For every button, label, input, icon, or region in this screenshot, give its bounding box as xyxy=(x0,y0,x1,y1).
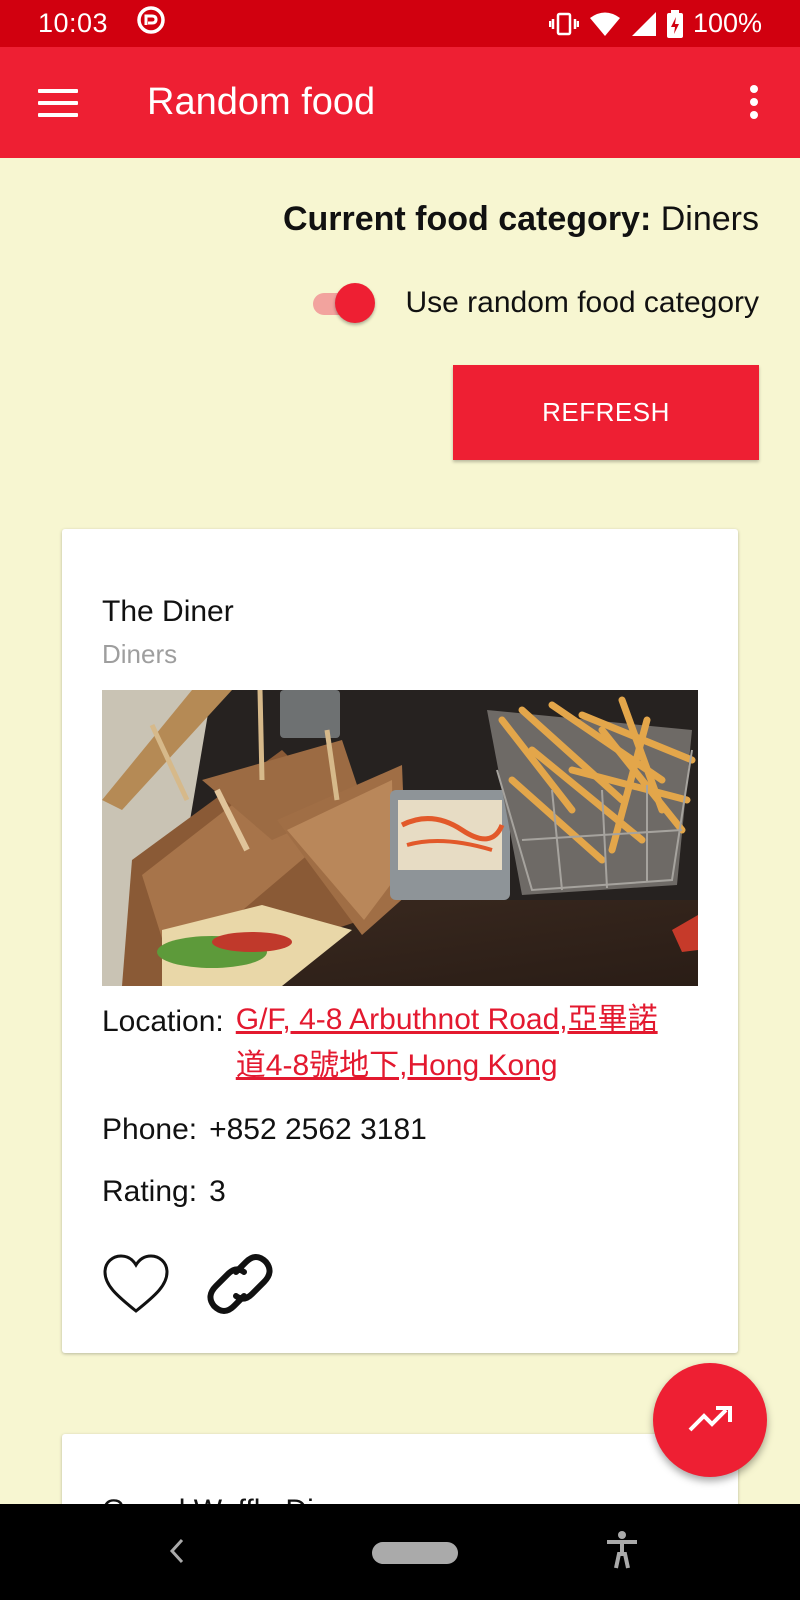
location-row: Location: G/F, 4-8 Arbuthnot Road,亞畢諾道4-… xyxy=(102,1003,686,1089)
accessibility-icon[interactable] xyxy=(604,1530,640,1575)
status-time: 10:03 xyxy=(38,8,109,38)
phone-row: Phone: +852 2562 3181 xyxy=(102,1113,427,1147)
random-category-switch[interactable] xyxy=(311,283,377,323)
restaurant-card-2[interactable]: Grand Waffle Diner xyxy=(62,1434,738,1514)
rating-row: Rating: 3 xyxy=(102,1175,226,1209)
switch-thumb xyxy=(335,283,376,323)
current-category: Current food category: Diners xyxy=(283,200,759,239)
trending-up-icon xyxy=(688,1404,732,1437)
battery-level: 100% xyxy=(692,8,762,38)
more-vert-icon[interactable] xyxy=(746,85,762,121)
random-category-toggle-row: Use random food category xyxy=(311,283,759,323)
location-link[interactable]: G/F, 4-8 Arbuthnot Road,亞畢諾道4-8號地下,Hong … xyxy=(236,997,686,1089)
vibrate-icon xyxy=(548,12,579,36)
random-category-label: Use random food category xyxy=(405,286,759,319)
wifi-icon xyxy=(589,11,621,37)
phone-value[interactable]: +852 2562 3181 xyxy=(209,1113,427,1147)
restaurant-name: The Diner xyxy=(102,595,234,628)
hamburger-menu-icon[interactable] xyxy=(38,89,78,117)
back-icon[interactable] xyxy=(166,1536,186,1571)
trending-up-fab[interactable] xyxy=(653,1363,767,1477)
restaurant-photo xyxy=(102,690,698,986)
restaurant-category: Diners xyxy=(102,639,178,669)
restaurant-card[interactable]: The Diner Diners Location: G/F, 4-8 Arbu… xyxy=(62,529,738,1353)
rating-label: Rating: xyxy=(102,1175,198,1208)
system-nav-bar xyxy=(0,1504,800,1600)
status-bar: 10:03 100% xyxy=(0,0,800,47)
signal-icon xyxy=(631,11,657,37)
location-label: Location: xyxy=(102,1005,224,1038)
rating-value: 3 xyxy=(209,1175,226,1208)
link-icon[interactable] xyxy=(206,1250,274,1323)
vpn-icon xyxy=(136,5,166,42)
refresh-button[interactable]: REFRESH xyxy=(453,365,759,460)
home-pill[interactable] xyxy=(372,1542,458,1564)
app-bar: Random food xyxy=(0,47,800,158)
current-category-label: Current food category: xyxy=(282,200,652,238)
heart-outline-icon[interactable] xyxy=(102,1253,170,1320)
phone-label: Phone: xyxy=(102,1113,198,1146)
app-title: Random food xyxy=(147,81,376,123)
battery-charging-icon xyxy=(666,9,683,38)
current-category-value: Diners xyxy=(660,200,759,238)
